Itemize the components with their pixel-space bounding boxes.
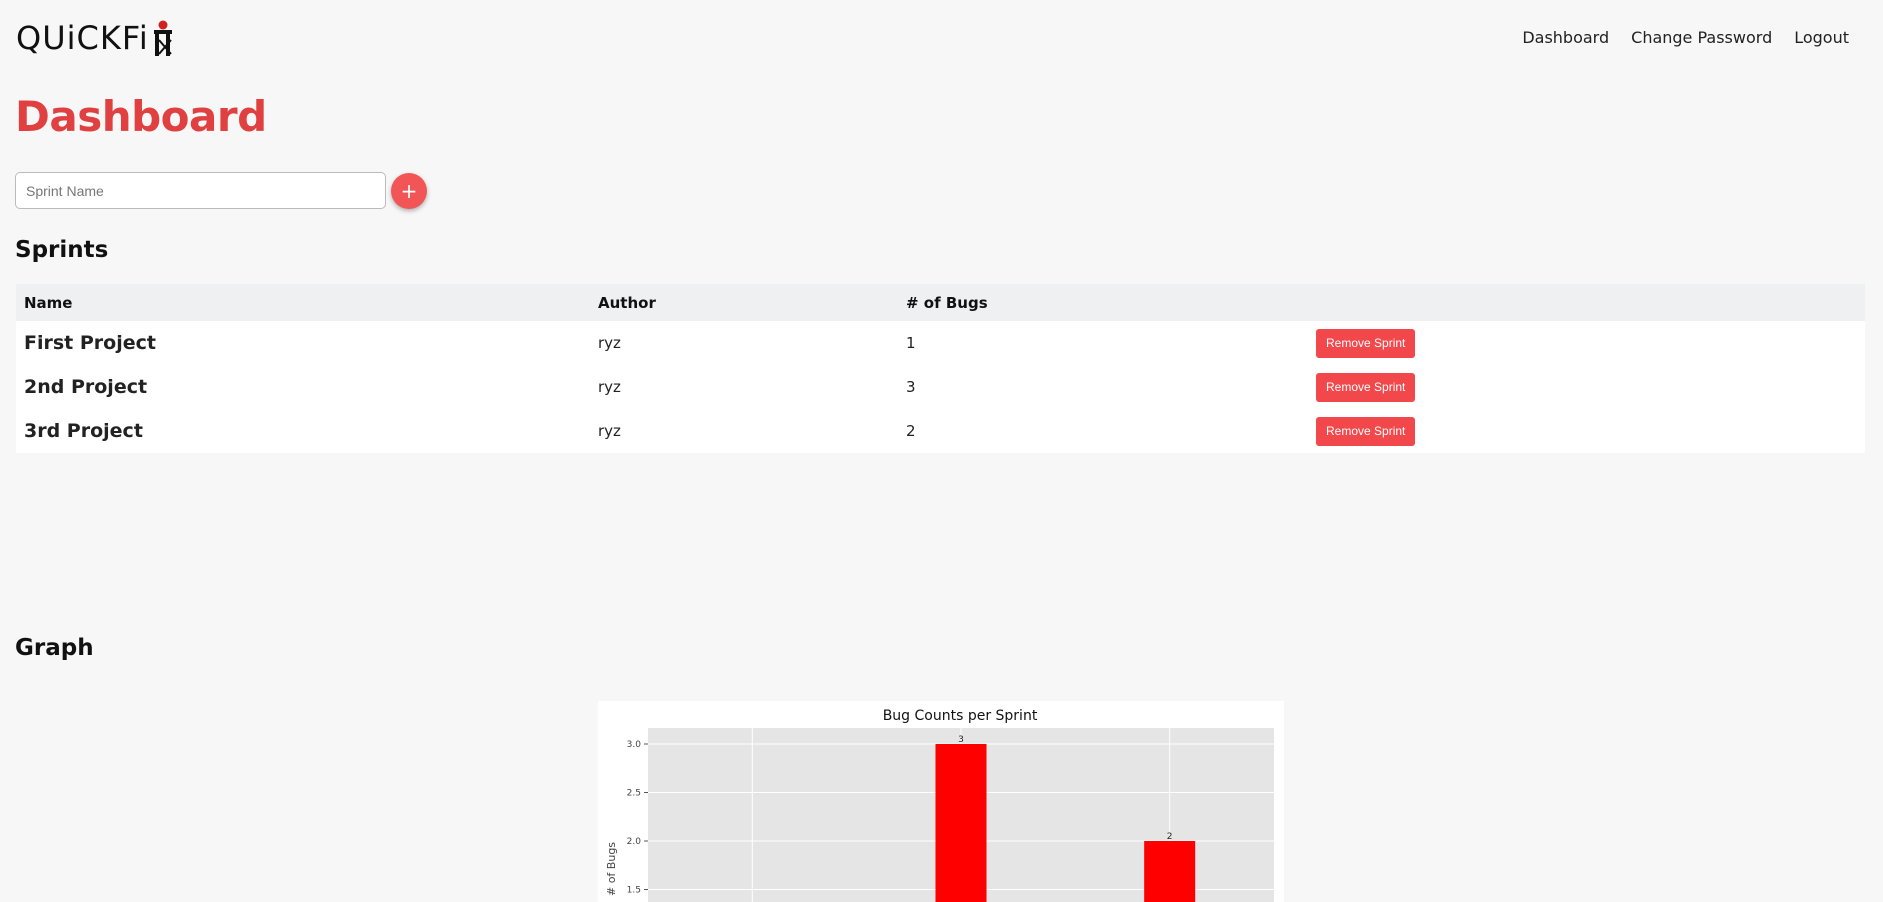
- bug-logo-icon: [151, 20, 177, 58]
- y-tick-label: 2.5: [627, 789, 641, 799]
- y-tick-label: 3.0: [627, 740, 642, 750]
- sprint-bug-count: 1: [906, 334, 916, 352]
- table-row[interactable]: First Project ryz 1 Remove Sprint: [16, 321, 1865, 365]
- bug-count-chart: Bug Counts per Sprint 1.5 2.0 2.5 3.0 # of Bu…: [598, 701, 1284, 902]
- logo-text: QUiCKFi: [16, 19, 149, 57]
- graph-heading: Graph: [15, 635, 94, 661]
- table-header-row: Name Author # of Bugs: [16, 284, 1865, 321]
- navbar: QUiCKFi Dashboard Change Password Logout: [0, 0, 1883, 78]
- sprints-heading: Sprints: [15, 237, 109, 263]
- sprint-author: ryz: [598, 422, 621, 440]
- sprint-author: ryz: [598, 378, 621, 396]
- sprint-author: ryz: [598, 334, 621, 352]
- column-header-name: Name: [24, 293, 73, 312]
- nav-change-password-link[interactable]: Change Password: [1631, 28, 1772, 47]
- sprint-name-link[interactable]: First Project: [24, 332, 156, 354]
- table-row[interactable]: 2nd Project ryz 3 Remove Sprint: [16, 365, 1865, 409]
- brand-logo[interactable]: QUiCKFi: [16, 18, 177, 58]
- sprints-table: Name Author # of Bugs First Project ryz …: [16, 284, 1865, 453]
- bar-data-label: 2: [1167, 832, 1173, 842]
- remove-sprint-button[interactable]: Remove Sprint: [1316, 372, 1416, 402]
- column-header-author: Author: [598, 293, 656, 312]
- column-header-actions: [1308, 284, 1865, 321]
- new-sprint-form: +: [15, 172, 427, 209]
- y-axis-label: # of Bugs: [605, 842, 618, 896]
- sprint-name-input[interactable]: [15, 172, 386, 209]
- nav-links: Dashboard Change Password Logout: [1522, 28, 1849, 47]
- sprint-name-link[interactable]: 2nd Project: [24, 376, 147, 398]
- nav-dashboard-link[interactable]: Dashboard: [1522, 28, 1609, 47]
- y-tick-label: 2.0: [627, 837, 642, 847]
- chart-title: Bug Counts per Sprint: [883, 708, 1038, 724]
- add-sprint-button[interactable]: +: [391, 172, 427, 209]
- sprint-name-link[interactable]: 3rd Project: [24, 420, 143, 442]
- page-title: Dashboard: [15, 92, 267, 141]
- table-row[interactable]: 3rd Project ryz 2 Remove Sprint: [16, 409, 1865, 453]
- remove-sprint-button[interactable]: Remove Sprint: [1316, 328, 1416, 358]
- column-header-bugs: # of Bugs: [906, 293, 988, 312]
- bar: [1144, 841, 1196, 902]
- sprint-bug-count: 2: [906, 422, 916, 440]
- nav-logout-link[interactable]: Logout: [1794, 28, 1849, 47]
- remove-sprint-button[interactable]: Remove Sprint: [1316, 416, 1416, 446]
- sprint-bug-count: 3: [906, 378, 916, 396]
- y-tick-label: 1.5: [627, 886, 641, 896]
- bar: [935, 744, 987, 902]
- bug-count-chart-svg: Bug Counts per Sprint 1.5 2.0 2.5 3.0 # of Bu…: [605, 708, 1274, 902]
- bar-data-label: 3: [958, 735, 964, 745]
